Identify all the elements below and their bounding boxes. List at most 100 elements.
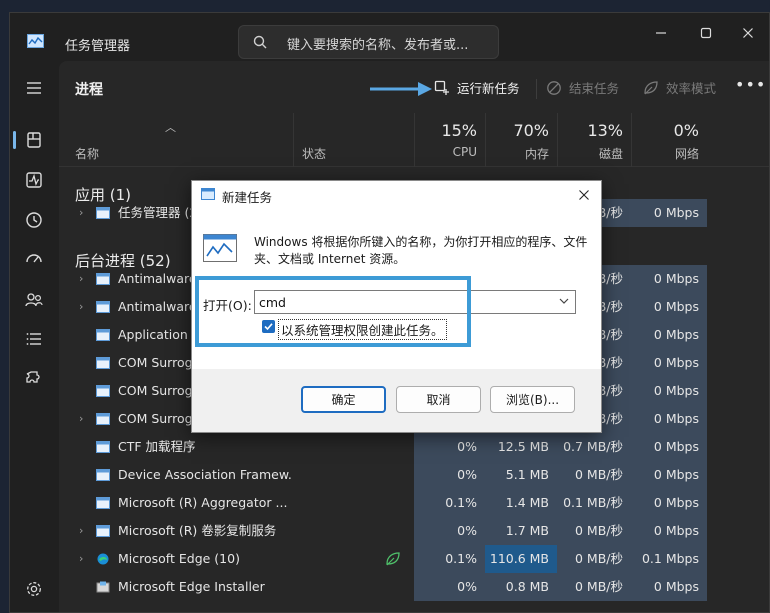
cell-disk: 0 MB/秒 [557,517,631,545]
services-icon[interactable] [22,367,46,391]
end-task-button[interactable]: 结束任务 [546,78,619,97]
browse-button[interactable]: 浏览(B)... [490,386,575,413]
table-row[interactable]: › Microsoft Edge (10) 0.1% 110.6 MB 0 MB/秒 0.… [59,545,769,573]
table-row[interactable]: CTF 加载程序 0% 12.5 MB 0.7 MB/秒 0 Mbps [59,433,769,461]
table-row[interactable]: Microsoft Edge Installer 0% 0.8 MB 0 MB/秒 0 … [59,573,769,601]
checkmark-icon [264,323,273,331]
run-new-task-dialog: 新建任务 Windows 将根据你所键入的名称，为你打开相应的程序、文件夹、文档… [191,180,602,433]
col-name[interactable]: ︿ 名称 [59,113,293,167]
cell-disk: 0.1 MB/秒 [557,489,631,517]
cell-net: 0 Mbps [631,573,707,601]
process-name: COM Surrog [118,355,193,370]
process-name: Application F [118,327,200,342]
ok-button[interactable]: 确定 [301,386,386,413]
open-command-input[interactable] [254,290,576,314]
processes-icon[interactable] [22,128,46,152]
search-icon [253,35,267,49]
details-icon[interactable] [22,327,46,351]
cell-mem: 0.8 MB [485,573,557,601]
run-new-task-button[interactable]: 运行新任务 [434,78,520,97]
cancel-button[interactable]: 取消 [396,386,481,413]
table-row[interactable]: › Microsoft (R) 卷影复制服务 0% 1.7 MB 0 MB/秒 0 Mbp… [59,517,769,545]
open-label: 打开(O): [203,298,252,313]
efficiency-mode-button[interactable]: 效率模式 [643,78,716,97]
dialog-close-icon[interactable] [576,187,592,203]
process-window-icon [96,497,110,509]
efficiency-mode-label: 效率模式 [666,81,717,96]
minimize-icon[interactable] [649,21,673,45]
row-expand-chevron-icon[interactable]: › [79,293,83,321]
col-status-label: 状态 [302,147,327,161]
process-window-icon [96,441,110,453]
col-disk[interactable]: 13% 磁盘 [557,113,631,167]
network-label: 网络 [674,147,699,161]
cell-mem: 110.6 MB [485,545,557,573]
row-expand-chevron-icon[interactable]: › [79,199,83,227]
process-name: Antimalware [118,271,197,286]
app-history-icon[interactable] [22,208,46,232]
process-window-icon [96,385,110,397]
cell-cpu: 0% [414,517,485,545]
more-options-icon[interactable]: ••• [735,75,766,94]
cell-net: 0 Mbps [631,433,707,461]
cell-net: 0.1 Mbps [631,545,707,573]
column-header: ︿ 名称 状态 15% CPU 70% 内存 13% 磁盘 0% 网络 [59,113,769,167]
dialog-description: Windows 将根据你所键入的名称，为你打开相应的程序、文件夹、文档或 Int… [254,235,588,266]
row-expand-chevron-icon[interactable]: › [79,545,83,573]
performance-icon[interactable] [22,168,46,192]
hamburger-menu-icon[interactable] [22,76,46,100]
table-row[interactable]: Device Association Framew... 0% 5.1 MB 0 MB… [59,461,769,489]
dialog-title-bar: 新建任务 [192,181,601,209]
process-name: COM Surrog [118,383,193,398]
dialog-title: 新建任务 [222,190,273,205]
cell-mem: 1.4 MB [485,489,557,517]
cell-net: 0 Mbps [631,489,707,517]
memory-label: 内存 [524,147,549,161]
startup-apps-icon[interactable] [22,248,46,272]
cell-net: 0 Mbps [631,461,707,489]
cell-disk: 0.7 MB/秒 [557,433,631,461]
app-title: 任务管理器 [65,39,131,54]
sort-arrow-icon: ︿ [165,121,176,134]
admin-privilege-label[interactable]: 以系统管理权限创建此任务。 [278,319,447,340]
process-window-icon [96,329,110,341]
table-row[interactable]: Microsoft (R) Aggregator ... 0.1% 1.4 MB 0.… [59,489,769,517]
search-box[interactable]: 键入要搜索的名称、发布者或... [238,25,499,59]
process-name: COM Surrog [118,411,193,426]
col-status[interactable]: 状态 [293,113,414,167]
settings-gear-icon[interactable] [22,577,46,601]
process-name: CTF 加载程序 [118,439,196,454]
col-network[interactable]: 0% 网络 [631,113,707,167]
maximize-icon[interactable] [694,21,718,45]
cpu-percent: 15% [441,121,477,140]
edge-browser-icon [97,553,109,565]
row-expand-chevron-icon[interactable]: › [79,517,83,545]
cell-net: 0 Mbps [631,517,707,545]
run-program-icon [203,234,237,262]
cell-mem: 1.7 MB [485,517,557,545]
cpu-label: CPU [452,145,477,159]
cell-cpu: 0% [414,433,485,461]
col-memory[interactable]: 70% 内存 [485,113,557,167]
title-bar: 任务管理器 键入要搜索的名称、发布者或... [10,13,769,61]
cell-net: 0 Mbps [631,405,707,433]
efficiency-leaf-icon [386,552,400,566]
row-expand-chevron-icon[interactable]: › [79,265,83,293]
search-placeholder: 键入要搜索的名称、发布者或... [287,38,469,53]
efficiency-leaf-icon [644,80,658,94]
process-window-icon [96,301,110,313]
process-window-icon [96,525,110,537]
process-name: Device Association Framew... [118,467,293,482]
run-new-task-label: 运行新任务 [457,81,520,96]
toolbar: 进程 运行新任务 结束任务 效率模式 ••• [59,61,769,113]
installer-icon [96,581,110,593]
chevron-down-icon[interactable] [558,295,570,307]
memory-percent: 70% [513,121,549,140]
close-icon[interactable] [736,21,760,45]
row-expand-chevron-icon[interactable]: › [79,405,83,433]
cell-net: 0 Mbps [631,265,707,293]
admin-privilege-checkbox[interactable] [262,320,275,333]
users-icon[interactable] [22,288,46,312]
col-cpu[interactable]: 15% CPU [414,113,485,167]
new-task-icon [434,80,449,95]
